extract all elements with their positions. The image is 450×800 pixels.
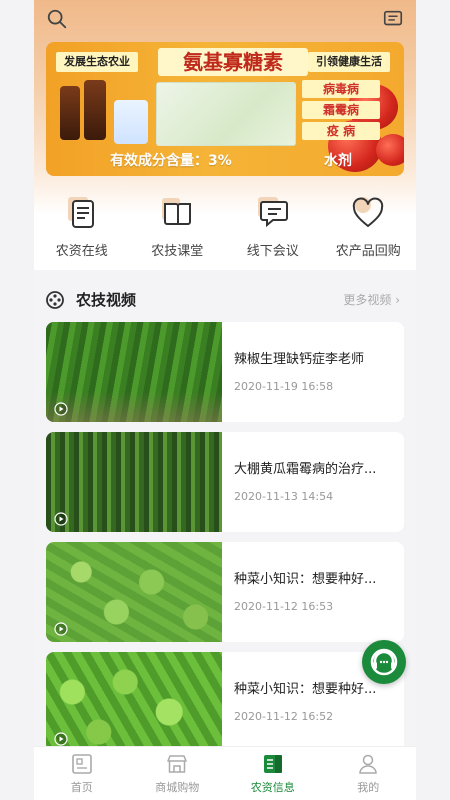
disease-chip: 霜霉病 [302, 101, 380, 119]
banner-title: 氨基寡糖素 [158, 48, 308, 76]
product-box-image [156, 82, 296, 146]
video-card[interactable]: 种菜小知识：想要种好... 2020-11-12 16:53 [46, 542, 404, 642]
play-icon [54, 622, 68, 636]
category-agri-supplies[interactable]: 农资在线 [34, 196, 130, 266]
video-list: 辣椒生理缺钙症李老师 2020-11-19 16:58 大棚黄瓜霜霉病的治疗..… [46, 322, 404, 762]
more-videos-link[interactable]: 更多视频 › [343, 291, 400, 308]
header-area: 发展生态农业 氨基寡糖素 引领健康生活 病毒病 霜霉病 疫 病 有效成分含量：3… [34, 0, 416, 270]
video-title: 种菜小知识：想要种好... [234, 572, 377, 587]
video-card[interactable]: 种菜小知识：想要种好... 2020-11-12 16:52 [46, 652, 404, 752]
category-row: 农资在线 农技课堂 线下会议 农产品回购 [34, 196, 416, 266]
category-buyback[interactable]: 农产品回购 [321, 196, 417, 266]
category-agri-class[interactable]: 农技课堂 [130, 196, 226, 266]
video-thumbnail [46, 542, 222, 642]
tab-label: 商城购物 [155, 781, 200, 794]
banner-disease-list: 病毒病 霜霉病 疫 病 [302, 80, 380, 143]
home-icon [71, 754, 92, 774]
tab-mall[interactable]: 商城购物 [130, 747, 226, 800]
tab-home[interactable]: 首页 [34, 747, 130, 800]
disease-chip: 病毒病 [302, 80, 380, 98]
tab-label: 首页 [70, 781, 93, 794]
tab-agri-info[interactable]: 农资信息 [225, 747, 321, 800]
video-title: 大棚黄瓜霜霉病的治疗... [234, 462, 377, 477]
product-bottle-image [84, 80, 106, 140]
category-offline-meeting[interactable]: 线下会议 [225, 196, 321, 266]
video-time: 2020-11-19 16:58 [234, 380, 334, 393]
video-time: 2020-11-12 16:52 [234, 710, 334, 723]
tab-mine[interactable]: 我的 [321, 747, 417, 800]
category-label: 农产品回购 [335, 244, 401, 259]
message-icon[interactable] [382, 8, 404, 30]
category-label: 农技课堂 [151, 244, 204, 259]
video-section-header: 农技视频 更多视频 › [34, 285, 416, 315]
video-thumbnail [46, 322, 222, 422]
news-icon [263, 755, 282, 773]
play-icon [54, 512, 68, 526]
bottom-tab-bar: 首页 商城购物 农资信息 我的 [34, 746, 416, 800]
video-title: 辣椒生理缺钙症李老师 [234, 352, 365, 367]
video-card[interactable]: 辣椒生理缺钙症李老师 2020-11-19 16:58 [46, 322, 404, 422]
product-bag-image [114, 100, 148, 144]
book-icon [162, 198, 192, 225]
search-icon[interactable] [46, 8, 68, 30]
tomato-image [376, 134, 404, 166]
disease-chip: 疫 病 [302, 122, 380, 140]
product-bottle-image [60, 86, 80, 140]
tab-label: 我的 [357, 781, 380, 794]
promo-banner[interactable]: 发展生态农业 氨基寡糖素 引领健康生活 病毒病 霜霉病 疫 病 有效成分含量：3… [46, 42, 404, 176]
play-icon [54, 732, 68, 746]
customer-service-button[interactable] [362, 640, 406, 684]
app-screen: 发展生态农业 氨基寡糖素 引领健康生活 病毒病 霜霉病 疫 病 有效成分含量：3… [34, 0, 416, 800]
chat-icon [257, 197, 288, 228]
banner-right-tag: 引领健康生活 [308, 52, 390, 72]
video-card[interactable]: 大棚黄瓜霜霉病的治疗... 2020-11-13 14:54 [46, 432, 404, 532]
tab-label: 农资信息 [250, 781, 295, 794]
banner-left-tag: 发展生态农业 [56, 52, 138, 72]
headset-icon [370, 648, 398, 676]
video-time: 2020-11-13 14:54 [234, 490, 334, 503]
video-thumbnail [46, 652, 222, 752]
video-thumbnail [46, 432, 222, 532]
store-icon [167, 755, 187, 773]
category-label: 农资在线 [55, 244, 108, 259]
video-time: 2020-11-12 16:53 [234, 600, 334, 613]
user-icon [359, 754, 378, 774]
document-icon [67, 197, 94, 228]
banner-content-text: 有效成分含量：3% [110, 153, 232, 169]
banner-dosage-text: 水剂 [324, 153, 352, 169]
film-reel-icon [46, 291, 64, 309]
play-icon [54, 402, 68, 416]
category-label: 线下会议 [246, 244, 299, 259]
heart-icon [353, 197, 384, 227]
section-title: 农技视频 [76, 291, 137, 309]
